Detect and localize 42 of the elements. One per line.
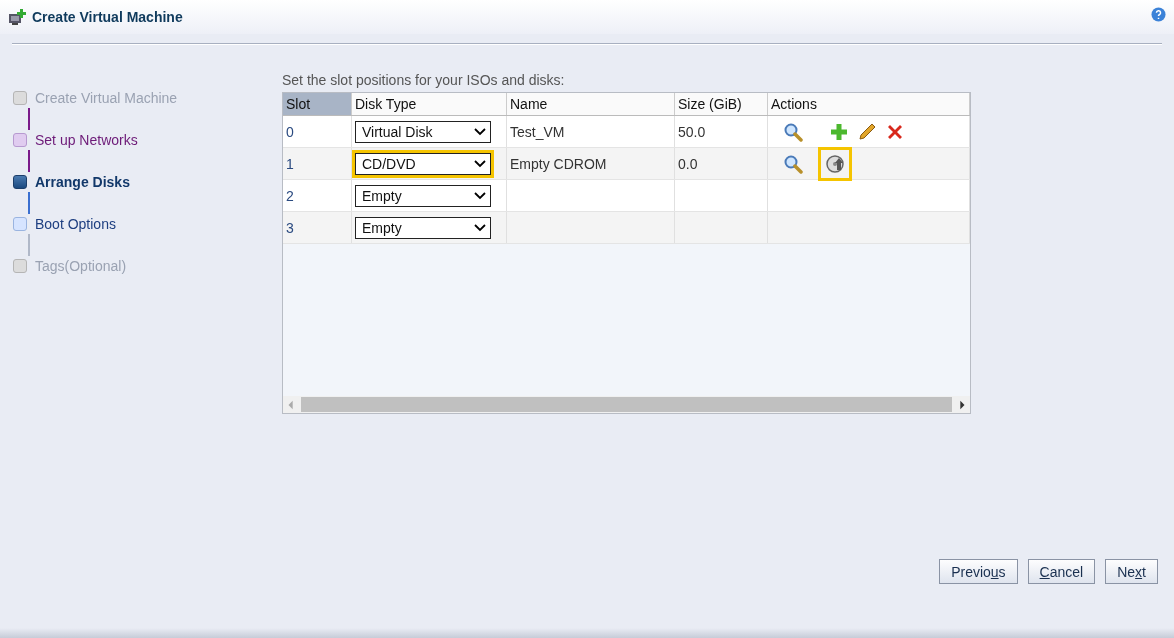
disk-size: 50.0 (678, 123, 706, 140)
column-header[interactable]: Actions (767, 93, 970, 116)
scroll-left-icon[interactable] (287, 399, 295, 410)
column-header[interactable]: Disk Type (351, 93, 507, 116)
column-header[interactable]: Slot (283, 93, 352, 116)
search-icon[interactable] (783, 153, 803, 174)
slot-number: 0 (286, 123, 294, 140)
footer-button[interactable]: Cancel (1027, 559, 1096, 584)
slot-number: 2 (286, 187, 294, 204)
scrollbar-thumb[interactable] (301, 397, 952, 412)
pencil-icon[interactable] (857, 121, 877, 142)
help-icon[interactable] (1151, 6, 1166, 22)
window-title: Create Virtual Machine (32, 9, 183, 25)
slot-number: 3 (286, 219, 294, 236)
horizontal-scrollbar[interactable] (283, 396, 970, 413)
step-label[interactable]: Arrange Disks (35, 174, 130, 190)
chevron-down-icon (474, 127, 486, 136)
footer-button[interactable]: Previous (939, 559, 1018, 584)
slot-number: 1 (286, 155, 294, 172)
step-label: Tags(Optional) (35, 258, 127, 274)
footer-button[interactable]: Next (1105, 559, 1158, 584)
step-label: Create Virtual Machine (35, 90, 178, 106)
disk-size: 0.0 (678, 155, 698, 172)
scroll-right-icon[interactable] (958, 399, 966, 410)
instruction-text: Set the slot positions for your ISOs and disks: (282, 72, 566, 88)
disk-name: Empty CDROM (510, 155, 607, 172)
column-header[interactable]: Size (GiB) (674, 93, 768, 116)
disk-name: Test_VM (510, 123, 565, 140)
chevron-down-icon (474, 223, 486, 232)
step-label[interactable]: Set up Networks (35, 132, 138, 148)
disc-arrow-icon[interactable] (821, 149, 849, 178)
step-label[interactable]: Boot Options (35, 216, 116, 232)
disk-type-dropdown[interactable]: Empty (355, 216, 491, 239)
disk-type-dropdown[interactable]: Empty (355, 184, 491, 207)
chevron-down-icon (474, 159, 486, 168)
monitor-plus-icon (8, 8, 26, 26)
plus-icon[interactable] (829, 121, 849, 142)
disk-type-dropdown[interactable]: CD/DVD (355, 152, 491, 175)
search-icon[interactable] (783, 121, 803, 142)
chevron-down-icon (474, 191, 486, 200)
disk-type-dropdown[interactable]: Virtual Disk (355, 120, 491, 143)
column-header[interactable]: Name (506, 93, 675, 116)
